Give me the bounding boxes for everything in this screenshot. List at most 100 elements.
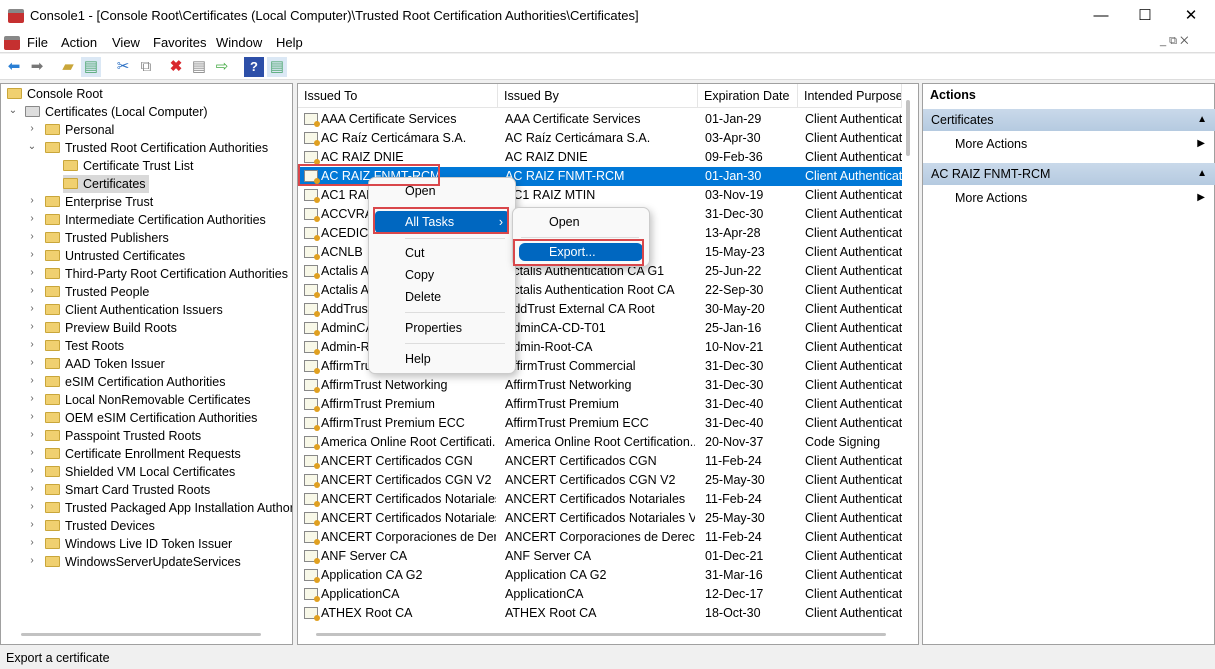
menu-action[interactable]: Action	[61, 35, 97, 50]
chevron-right-icon[interactable]: ›	[26, 375, 38, 386]
chevron-right-icon[interactable]: ›	[26, 501, 38, 512]
table-row[interactable]: ANCERT Certificados Notariales... ANCERT …	[298, 509, 902, 528]
back-icon[interactable]: ⬅	[4, 57, 24, 77]
table-row[interactable]: ANF Server CA ANF Server CA 01-Dec-21 Clien…	[298, 547, 902, 566]
console-icon[interactable]	[4, 36, 20, 50]
tree-item[interactable]: OEM eSIM Certification Authorities	[45, 409, 257, 427]
menu-window[interactable]: Window	[216, 35, 262, 50]
chevron-right-icon[interactable]: ›	[26, 231, 38, 242]
menu-item-delete[interactable]: Delete	[375, 286, 509, 308]
menu-help[interactable]: Help	[276, 35, 303, 50]
tree-item[interactable]: Preview Build Roots	[45, 319, 177, 337]
table-row[interactable]: AffirmTrust Networking AffirmTrust Networ…	[298, 376, 902, 395]
chevron-right-icon[interactable]: ›	[26, 393, 38, 404]
tree-item[interactable]: Local NonRemovable Certificates	[45, 391, 251, 409]
help-icon[interactable]: ?	[244, 57, 264, 77]
tree-item[interactable]: Trusted Packaged App Installation Author…	[45, 499, 292, 517]
cut-icon[interactable]: ✂	[113, 57, 133, 77]
tree-horizontal-scrollbar[interactable]	[21, 633, 261, 636]
chevron-right-icon[interactable]: ›	[26, 303, 38, 314]
table-row[interactable]: ANCERT Certificados CGN ANCERT Certificad…	[298, 452, 902, 471]
tree-item[interactable]: Intermediate Certification Authorities	[45, 211, 266, 229]
tree-item[interactable]: AAD Token Issuer	[45, 355, 165, 373]
menu-item-help[interactable]: Help	[375, 348, 509, 370]
menu-item-copy[interactable]: Copy	[375, 264, 509, 286]
tree-item[interactable]: Untrusted Certificates	[45, 247, 185, 265]
copy-icon[interactable]: ⧉	[136, 57, 156, 77]
menu-item-properties[interactable]: Properties	[375, 317, 509, 339]
close-button[interactable]: ✕	[1168, 4, 1214, 28]
tree-item[interactable]: Smart Card Trusted Roots	[45, 481, 210, 499]
chevron-right-icon[interactable]: ›	[26, 483, 38, 494]
table-row[interactable]: America Online Root Certificati... Americ…	[298, 433, 902, 452]
table-row[interactable]: ANCERT Certificados CGN V2 ANCERT Certifi…	[298, 471, 902, 490]
tree-item[interactable]: Trusted Publishers	[45, 229, 169, 247]
tree-item[interactable]: Passpoint Trusted Roots	[45, 427, 201, 445]
list-vertical-scrollbar[interactable]	[906, 100, 910, 156]
minimize-button[interactable]: —	[1078, 4, 1124, 28]
chevron-right-icon[interactable]: ›	[26, 267, 38, 278]
tree-item-selected[interactable]: Certificates	[63, 175, 149, 193]
menu-favorites[interactable]: Favorites	[153, 35, 206, 50]
list-horizontal-scrollbar[interactable]	[316, 633, 886, 636]
chevron-right-icon[interactable]: ›	[26, 429, 38, 440]
tree-item[interactable]: Enterprise Trust	[45, 193, 153, 211]
collapse-up-icon[interactable]: ▲	[1197, 109, 1207, 131]
properties-icon[interactable]: ▤	[189, 57, 209, 77]
chevron-right-icon[interactable]: ›	[26, 123, 38, 134]
column-expiration-date[interactable]: Expiration Date	[698, 84, 798, 108]
column-issued-by[interactable]: Issued By	[498, 84, 698, 108]
tree-item[interactable]: Shielded VM Local Certificates	[45, 463, 235, 481]
table-row[interactable]: ANCERT Corporaciones de Dere... ANCERT Co…	[298, 528, 902, 547]
table-row[interactable]: ANCERT Certificados Notariales ANCERT Cer…	[298, 490, 902, 509]
chevron-right-icon[interactable]: ›	[26, 285, 38, 296]
table-row[interactable]: AffirmTrust Premium AffirmTrust Premium 31…	[298, 395, 902, 414]
tree-item[interactable]: Trusted Root Certification Authorities	[45, 139, 268, 157]
tree-item[interactable]: eSIM Certification Authorities	[45, 373, 226, 391]
table-row[interactable]: AffirmTrust Premium ECC AffirmTrust Premi…	[298, 414, 902, 433]
table-row[interactable]: ApplicationCA ApplicationCA 12-Dec-17 Clien…	[298, 585, 902, 604]
tree-item[interactable]: Windows Live ID Token Issuer	[45, 535, 232, 553]
chevron-right-icon[interactable]: ›	[26, 213, 38, 224]
tree-console-root[interactable]: Console Root	[7, 85, 103, 103]
chevron-right-icon[interactable]: ›	[26, 447, 38, 458]
more-actions-certificates[interactable]: More Actions ▶	[923, 133, 1215, 155]
tree-item[interactable]: Test Roots	[45, 337, 124, 355]
up-folder-icon[interactable]: ▰	[58, 57, 78, 77]
export-list-icon[interactable]: ⇨	[212, 57, 232, 77]
chevron-down-icon[interactable]: ⌄	[26, 141, 38, 152]
table-row[interactable]: AAA Certificate Services AAA Certificate …	[298, 110, 902, 129]
table-row[interactable]: Application CA G2 Application CA G2 31-Mar…	[298, 566, 902, 585]
child-window-controls[interactable]: _ ⧉ ✕	[1160, 35, 1188, 48]
chevron-down-icon[interactable]: ⌄	[7, 105, 19, 116]
tree-item[interactable]: Certificate Trust List	[63, 157, 193, 175]
chevron-right-icon[interactable]: ›	[26, 519, 38, 530]
tree-item[interactable]: WindowsServerUpdateServices	[45, 553, 241, 571]
menu-item-cut[interactable]: Cut	[375, 242, 509, 264]
chevron-right-icon[interactable]: ›	[26, 339, 38, 350]
collapse-up-icon[interactable]: ▲	[1197, 163, 1207, 185]
tree-item[interactable]: Client Authentication Issuers	[45, 301, 223, 319]
actions-section-certificates[interactable]: Certificates ▲	[923, 109, 1215, 131]
menu-view[interactable]: View	[112, 35, 140, 50]
chevron-right-icon[interactable]: ›	[26, 357, 38, 368]
forward-icon[interactable]: ➡	[27, 57, 47, 77]
table-row[interactable]: ATHEX Root CA ATHEX Root CA 18-Oct-30 Clien…	[298, 604, 902, 623]
tree-certificates-local-computer[interactable]: Certificates (Local Computer)	[25, 103, 208, 121]
tree-item[interactable]: Personal	[45, 121, 114, 139]
menu-file[interactable]: File	[27, 35, 48, 50]
tree-item[interactable]: Certificate Enrollment Requests	[45, 445, 241, 463]
chevron-right-icon[interactable]: ›	[26, 537, 38, 548]
show-hide-tree-icon[interactable]: ▤	[81, 57, 101, 77]
chevron-right-icon[interactable]: ›	[26, 465, 38, 476]
chevron-right-icon[interactable]: ›	[26, 249, 38, 260]
show-hide-action-pane-icon[interactable]: ▤	[267, 57, 287, 77]
chevron-right-icon[interactable]: ›	[26, 321, 38, 332]
column-intended-purposes[interactable]: Intended Purposes	[798, 84, 902, 108]
tree-item[interactable]: Trusted People	[45, 283, 149, 301]
tree-item[interactable]: Third-Party Root Certification Authoriti…	[45, 265, 288, 283]
chevron-right-icon[interactable]: ›	[26, 411, 38, 422]
tree-item[interactable]: Trusted Devices	[45, 517, 155, 535]
maximize-button[interactable]: ☐	[1122, 4, 1168, 28]
table-row[interactable]: AC Raíz Certicámara S.A. AC Raíz Certicám…	[298, 129, 902, 148]
